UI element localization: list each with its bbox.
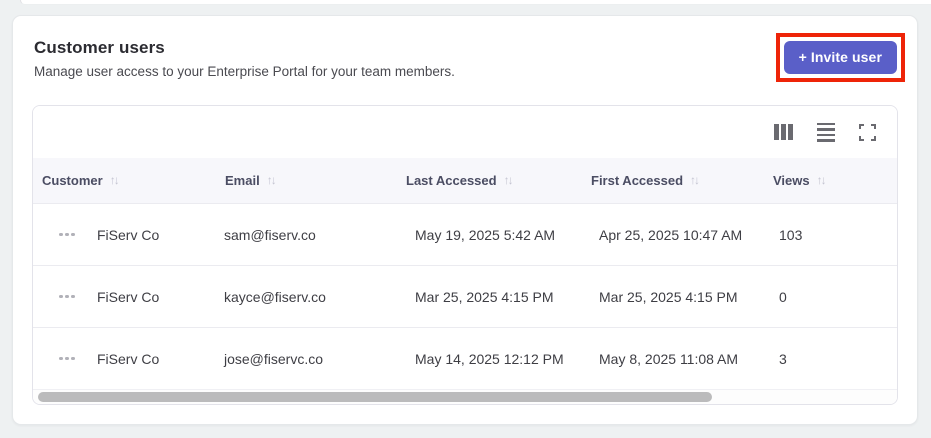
card-header: Customer users Manage user access to you… — [13, 16, 917, 82]
cell-customer: FiServ Co — [97, 226, 160, 243]
column-header-email[interactable]: Email ↑↓ — [217, 173, 398, 189]
cropped-top-panel — [20, 0, 931, 5]
sort-icon[interactable]: ↑↓ — [110, 173, 120, 187]
cell-first-accessed: May 8, 2025 11:08 AM — [599, 350, 739, 367]
cell-customer: FiServ Co — [97, 288, 160, 305]
cell-views: 3 — [779, 350, 787, 367]
sort-icon[interactable]: ↑↓ — [267, 173, 277, 187]
row-actions-icon[interactable] — [57, 291, 90, 303]
sort-icon[interactable]: ↑↓ — [504, 173, 514, 187]
data-grid: Customer ↑↓ Email ↑↓ Last Accessed ↑↓ Fi… — [32, 105, 898, 405]
invite-user-button[interactable]: + Invite user — [783, 41, 897, 74]
customer-users-card: Customer users Manage user access to you… — [12, 15, 918, 425]
column-header-customer[interactable]: Customer ↑↓ — [33, 173, 217, 189]
cell-email: sam@fiserv.co — [224, 226, 316, 243]
column-header-first-accessed[interactable]: First Accessed ↑↓ — [583, 173, 765, 189]
cell-email: kayce@fiserv.co — [224, 288, 326, 305]
table-row[interactable]: FiServ Co kayce@fiserv.co Mar 25, 2025 4… — [33, 265, 897, 327]
density-icon[interactable] — [817, 122, 835, 142]
sort-icon[interactable]: ↑↓ — [690, 173, 700, 187]
page-title: Customer users — [34, 38, 165, 57]
cell-last-accessed: May 14, 2025 12:12 PM — [415, 350, 564, 367]
horizontal-scrollbar — [33, 389, 897, 404]
columns-icon[interactable] — [774, 124, 793, 140]
cell-views: 0 — [779, 288, 787, 305]
table-row[interactable]: FiServ Co sam@fiserv.co May 19, 2025 5:4… — [33, 203, 897, 265]
column-header-last-accessed[interactable]: Last Accessed ↑↓ — [398, 173, 583, 189]
cell-email: jose@fiservc.co — [224, 350, 324, 367]
cell-last-accessed: Mar 25, 2025 4:15 PM — [415, 288, 554, 305]
fullscreen-icon[interactable] — [859, 123, 876, 141]
grid-toolbar — [33, 106, 897, 158]
red-highlight-annotation: + Invite user — [775, 33, 905, 82]
cell-first-accessed: Mar 25, 2025 4:15 PM — [599, 288, 738, 305]
cell-first-accessed: Apr 25, 2025 10:47 AM — [599, 226, 743, 243]
cell-last-accessed: May 19, 2025 5:42 AM — [415, 226, 556, 243]
cell-customer: FiServ Co — [97, 350, 160, 367]
column-header-views[interactable]: Views ↑↓ — [765, 173, 897, 189]
sort-icon[interactable]: ↑↓ — [817, 173, 827, 187]
row-actions-icon[interactable] — [57, 353, 90, 365]
page-subtitle: Manage user access to your Enterprise Po… — [34, 64, 455, 79]
table-row[interactable]: FiServ Co jose@fiservc.co May 14, 2025 1… — [33, 327, 897, 389]
cell-views: 103 — [779, 226, 803, 243]
horizontal-scrollbar-thumb[interactable] — [38, 392, 712, 402]
table-header-row: Customer ↑↓ Email ↑↓ Last Accessed ↑↓ Fi… — [33, 158, 897, 203]
row-actions-icon[interactable] — [57, 229, 90, 241]
